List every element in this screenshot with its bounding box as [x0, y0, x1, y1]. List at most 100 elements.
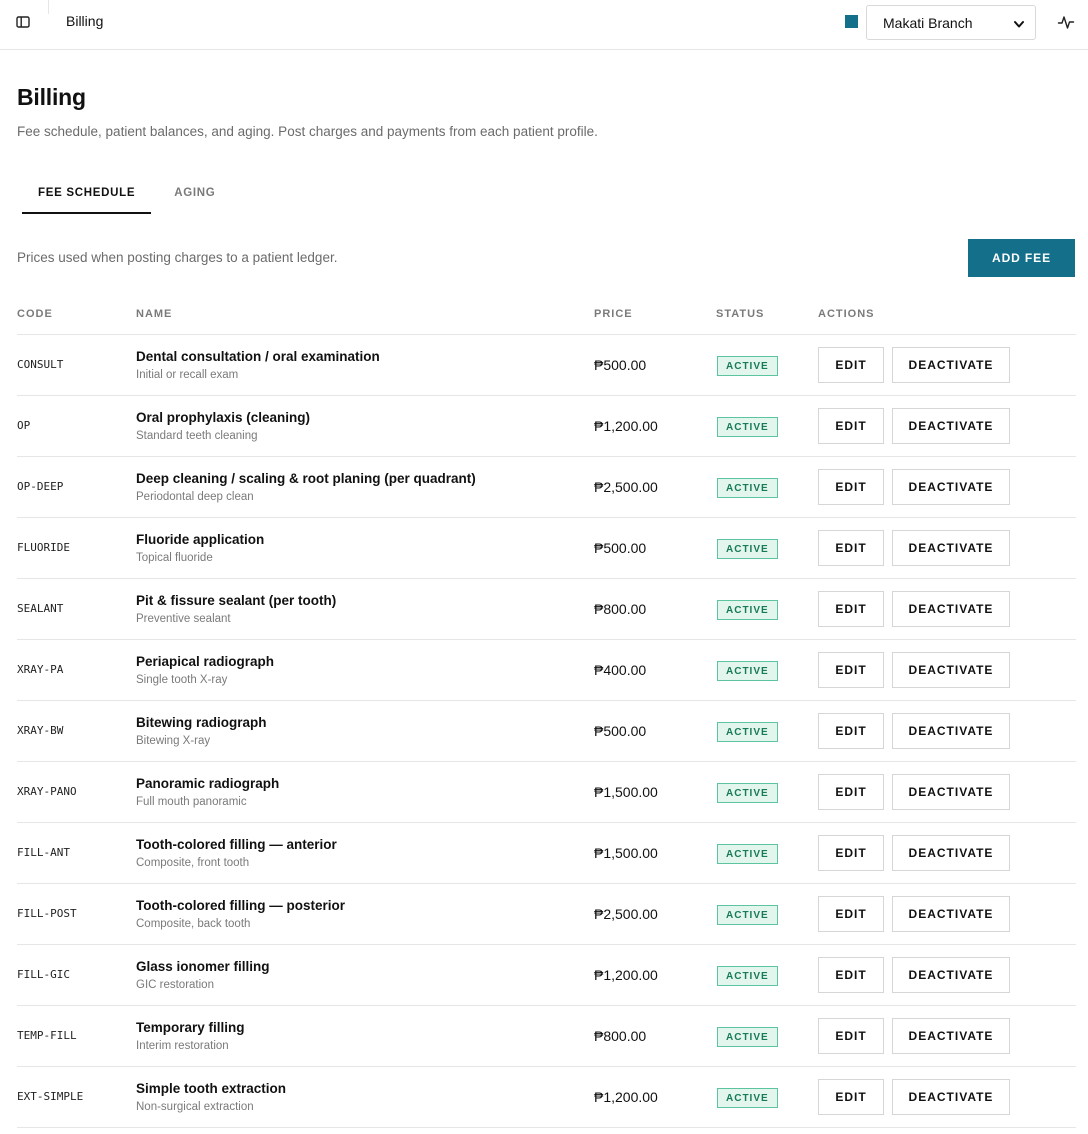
- page-title: Billing: [17, 84, 86, 110]
- status-badge: ACTIVE: [717, 844, 778, 864]
- deactivate-button[interactable]: DEACTIVATE: [892, 835, 1010, 871]
- status-badge: ACTIVE: [717, 966, 778, 986]
- column-header-status: STATUS: [716, 308, 765, 320]
- edit-button[interactable]: EDIT: [818, 347, 884, 383]
- fee-description: Standard teeth cleaning: [136, 430, 258, 442]
- edit-button[interactable]: EDIT: [818, 1079, 884, 1115]
- fee-name: Dental consultation / oral examination: [136, 349, 380, 364]
- table-row: XRAY-PANO Panoramic radiograph Full mouth …: [17, 762, 1076, 823]
- fee-name: Panoramic radiograph: [136, 776, 280, 791]
- fee-name: Deep cleaning / scaling & root planing (…: [136, 471, 476, 486]
- topbar-divider: [48, 0, 49, 14]
- fee-name: Pit & fissure sealant (per tooth): [136, 593, 337, 608]
- table-row: OP Oral prophylaxis (cleaning) Standard te…: [17, 396, 1076, 457]
- edit-button[interactable]: EDIT: [818, 774, 884, 810]
- edit-button[interactable]: EDIT: [818, 469, 884, 505]
- fee-code: EXT-SIMPLE: [17, 1090, 84, 1103]
- table-row: XRAY-BW Bitewing radiograph Bitewing X-ray…: [17, 701, 1076, 762]
- fee-price: ₱2,500.00: [594, 479, 658, 495]
- fee-name: Fluoride application: [136, 532, 265, 547]
- fee-description: Single tooth X-ray: [136, 674, 228, 686]
- branch-select-value: Makati Branch: [883, 14, 973, 31]
- edit-button[interactable]: EDIT: [818, 896, 884, 932]
- deactivate-button[interactable]: DEACTIVATE: [892, 896, 1010, 932]
- status-badge: ACTIVE: [717, 661, 778, 681]
- fee-code: XRAY-BW: [17, 724, 64, 737]
- edit-button[interactable]: EDIT: [818, 652, 884, 688]
- deactivate-button[interactable]: DEACTIVATE: [892, 1079, 1010, 1115]
- activity-icon[interactable]: [1057, 12, 1075, 32]
- deactivate-button[interactable]: DEACTIVATE: [892, 591, 1010, 627]
- fee-code: FILL-ANT: [17, 846, 70, 859]
- fee-price: ₱2,500.00: [594, 906, 658, 922]
- table-row: FILL-ANT Tooth-colored filling — anterior…: [17, 823, 1076, 884]
- deactivate-button[interactable]: DEACTIVATE: [892, 713, 1010, 749]
- edit-button[interactable]: EDIT: [818, 957, 884, 993]
- table-row: CONSULT Dental consultation / oral examin…: [17, 335, 1076, 396]
- fee-code: OP-DEEP: [17, 480, 64, 493]
- fee-name: Oral prophylaxis (cleaning): [136, 410, 311, 425]
- fee-price: ₱1,500.00: [594, 845, 658, 861]
- deactivate-button[interactable]: DEACTIVATE: [892, 347, 1010, 383]
- topbar-title: Billing: [66, 13, 104, 29]
- deactivate-button[interactable]: DEACTIVATE: [892, 408, 1010, 444]
- status-badge: ACTIVE: [717, 600, 778, 620]
- add-fee-button[interactable]: ADD FEE: [968, 239, 1075, 277]
- table-row: OP-DEEP Deep cleaning / scaling & root pl…: [17, 457, 1076, 518]
- fee-name: Simple tooth extraction: [136, 1081, 287, 1096]
- status-badge: ACTIVE: [717, 1027, 778, 1047]
- status-badge: ACTIVE: [717, 539, 778, 559]
- edit-button[interactable]: EDIT: [818, 1018, 884, 1054]
- fee-description: Non-surgical extraction: [136, 1101, 254, 1113]
- fee-price: ₱1,200.00: [594, 967, 658, 983]
- fee-name: Bitewing radiograph: [136, 715, 267, 730]
- table-row: SEALANT Pit & fissure sealant (per tooth)…: [17, 579, 1076, 640]
- fee-code: CONSULT: [17, 358, 64, 371]
- edit-button[interactable]: EDIT: [818, 713, 884, 749]
- sidebar-toggle-icon[interactable]: [14, 13, 32, 31]
- deactivate-button[interactable]: DEACTIVATE: [892, 957, 1010, 993]
- edit-button[interactable]: EDIT: [818, 530, 884, 566]
- fee-description: Topical fluoride: [136, 552, 213, 564]
- fee-description: Interim restoration: [136, 1040, 229, 1052]
- fee-price: ₱500.00: [594, 357, 647, 373]
- status-badge: ACTIVE: [717, 783, 778, 803]
- fee-description: Initial or recall exam: [136, 369, 239, 381]
- deactivate-button[interactable]: DEACTIVATE: [892, 530, 1010, 566]
- fee-code: FILL-GIC: [17, 968, 70, 981]
- status-badge: ACTIVE: [717, 905, 778, 925]
- fee-description: Periodontal deep clean: [136, 491, 254, 503]
- edit-button[interactable]: EDIT: [818, 408, 884, 444]
- fee-name: Periapical radiograph: [136, 654, 275, 669]
- status-badge: ACTIVE: [717, 722, 778, 742]
- branch-select[interactable]: Makati Branch: [866, 5, 1036, 40]
- fee-code: FLUORIDE: [17, 541, 70, 554]
- fee-code: OP: [17, 419, 31, 432]
- fee-description: Full mouth panoramic: [136, 796, 247, 808]
- table-row: XRAY-PA Periapical radiograph Single tooth…: [17, 640, 1076, 701]
- fee-price: ₱1,200.00: [594, 418, 658, 434]
- fee-description: GIC restoration: [136, 979, 214, 991]
- table-header: CODE NAME PRICE STATUS ACTIONS: [17, 296, 1076, 335]
- deactivate-button[interactable]: DEACTIVATE: [892, 1018, 1010, 1054]
- fee-name: Temporary filling: [136, 1020, 245, 1035]
- deactivate-button[interactable]: DEACTIVATE: [892, 774, 1010, 810]
- top-bar: Billing Makati Branch: [0, 0, 1088, 50]
- fee-description: Preventive sealant: [136, 613, 231, 625]
- page-subtitle: Fee schedule, patient balances, and agin…: [17, 124, 598, 139]
- tab-fee-schedule[interactable]: FEE SCHEDULE: [22, 176, 152, 214]
- tab-aging[interactable]: AGING: [158, 176, 231, 214]
- deactivate-button[interactable]: DEACTIVATE: [892, 652, 1010, 688]
- edit-button[interactable]: EDIT: [818, 835, 884, 871]
- fee-name: Tooth-colored filling — posterior: [136, 898, 345, 913]
- fee-name: Tooth-colored filling — anterior: [136, 837, 337, 852]
- column-header-code: CODE: [17, 308, 53, 320]
- fee-code: XRAY-PANO: [17, 785, 77, 798]
- fee-description: Bitewing X-ray: [136, 735, 211, 747]
- fee-code: FILL-POST: [17, 907, 77, 920]
- fee-price: ₱400.00: [594, 662, 647, 678]
- fee-schedule-description: Prices used when posting charges to a pa…: [17, 250, 338, 265]
- deactivate-button[interactable]: DEACTIVATE: [892, 469, 1010, 505]
- edit-button[interactable]: EDIT: [818, 591, 884, 627]
- status-badge: ACTIVE: [717, 417, 778, 437]
